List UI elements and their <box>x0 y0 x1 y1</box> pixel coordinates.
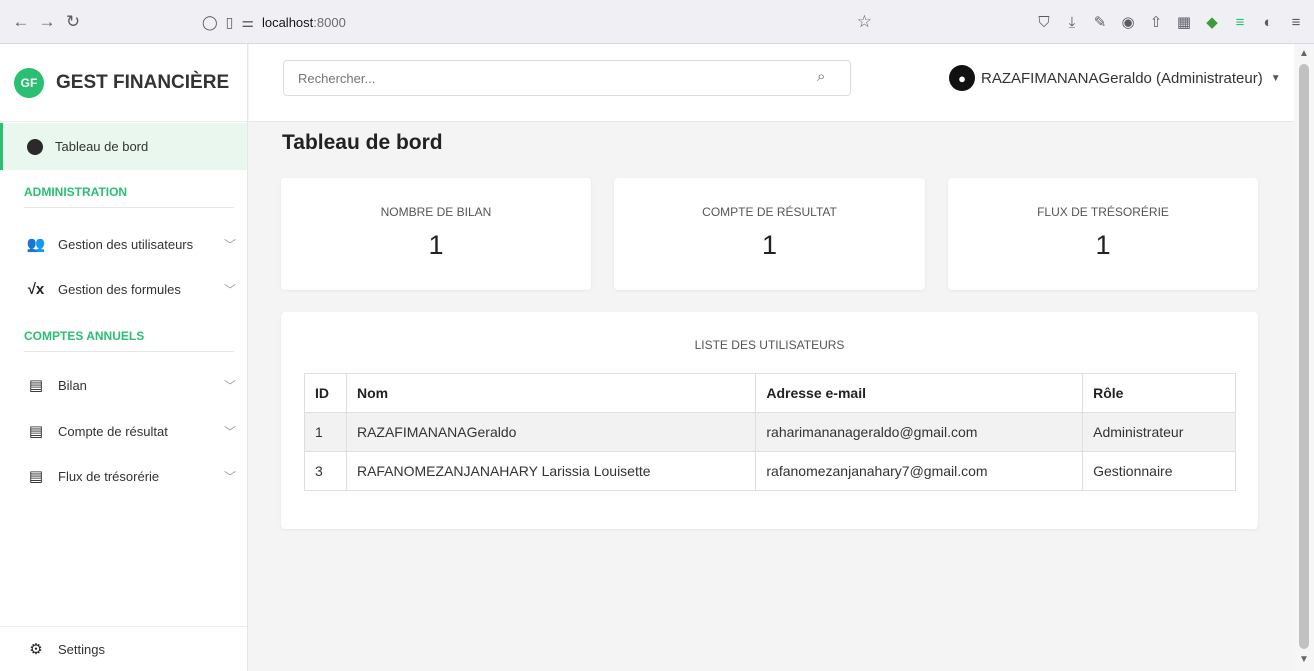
table-header-row: ID Nom Adresse e-mail Rôle <box>304 373 1236 413</box>
sidebar-item-label: Tableau de bord <box>55 139 149 154</box>
sidebar-item-formulas[interactable]: √x Gestion des formules ﹀ <box>24 278 236 300</box>
account-icon[interactable]: ◉ <box>1118 13 1138 31</box>
back-icon[interactable]: ← <box>10 11 32 33</box>
file-invoice-dollar-icon: ▤ <box>28 468 44 485</box>
sidebar-item-bilan[interactable]: ▤ Bilan ﹀ <box>24 374 236 396</box>
sidebar: GF GEST FINANCIÈRE Tableau de bord ADMIN… <box>0 44 248 671</box>
permissions-icon[interactable]: ⚌ <box>241 14 254 31</box>
extension-green-icon[interactable]: ≡ <box>1230 14 1250 31</box>
download-icon[interactable]: ⤓ <box>1062 14 1082 31</box>
chevron-down-icon: ﹀ <box>223 282 236 297</box>
stat-label: COMPTE DE RÉSULTAT <box>702 205 837 219</box>
caret-down-icon: ▼ <box>1270 72 1281 84</box>
sidebar-item-label: Gestion des utilisateurs <box>58 236 194 252</box>
column-header-email: Adresse e-mail <box>755 373 1084 413</box>
stat-card-flux-tresorerie: FLUX DE TRÉSORÉRIE 1 <box>948 178 1258 290</box>
chevron-down-icon: ﹀ <box>223 469 236 484</box>
square-root-icon: √x <box>27 280 45 298</box>
address-bar[interactable]: ◯ ▯ ⚌ localhost:8000 ☆ <box>192 7 882 37</box>
sidebar-item-settings[interactable]: ⚙ Settings <box>0 626 247 671</box>
cell-id: 3 <box>304 451 347 491</box>
chevron-down-icon: ﹀ <box>223 378 236 393</box>
gear-icon: ⚙ <box>29 641 43 658</box>
forward-icon[interactable]: → <box>36 11 58 33</box>
column-header-role: Rôle <box>1082 373 1236 413</box>
users-list-title: LISTE DES UTILISATEURS <box>694 338 845 352</box>
menu-icon[interactable]: ≡ <box>1286 14 1306 31</box>
stat-label: FLUX DE TRÉSORÉRIE <box>1037 205 1169 219</box>
user-avatar-icon: ● <box>949 65 975 91</box>
settings-label: Settings <box>58 641 105 657</box>
scroll-down-icon[interactable]: ▼ <box>1299 654 1309 665</box>
user-name: RAZAFIMANANAGeraldo (Administrateur) <box>981 69 1263 87</box>
brand-name: GEST FINANCIÈRE <box>56 71 230 93</box>
wrench-icon[interactable]: ✎ <box>1090 13 1110 31</box>
share-icon[interactable]: ⇧ <box>1146 13 1166 31</box>
users-table: ID Nom Adresse e-mail Rôle 1 RAZAFIMANAN… <box>304 373 1236 491</box>
topbar: ⌕ ● RAZAFIMANANAGeraldo (Administrateur)… <box>249 44 1294 122</box>
stat-value: 1 <box>428 230 444 260</box>
reload-icon[interactable]: ↻ <box>62 11 84 33</box>
sidebar-item-label: Bilan <box>58 377 87 393</box>
users-icon: 👥 <box>26 236 46 253</box>
extension-color-icon[interactable]: ◆ <box>1202 13 1222 31</box>
cell-email: rafanomezanjanahary7@gmail.com <box>755 451 1084 491</box>
shield-icon[interactable]: ◯ <box>202 14 218 31</box>
dashboard-gauge-icon <box>27 138 43 155</box>
stat-value: 1 <box>761 230 778 260</box>
sidebar-item-label: Gestion des formules <box>58 281 181 297</box>
url-port: :8000 <box>313 14 346 30</box>
brand[interactable]: GF GEST FINANCIÈRE <box>0 44 247 122</box>
user-menu[interactable]: ● RAZAFIMANANAGeraldo (Administrateur) ▼ <box>949 64 1281 92</box>
search-input[interactable] <box>283 60 851 96</box>
stat-label: NOMBRE DE BILAN <box>380 205 492 219</box>
stat-card-bilan: NOMBRE DE BILAN 1 <box>281 178 591 290</box>
stat-value: 1 <box>1095 230 1111 260</box>
sidebar-item-dashboard[interactable]: Tableau de bord <box>0 123 247 170</box>
cell-nom: RAFANOMEZANJANAHARY Larissia Louisette <box>345 451 757 491</box>
page-title: Tableau de bord <box>282 131 443 154</box>
chevron-down-icon: ﹀ <box>223 237 236 252</box>
cell-role: Administrateur <box>1082 412 1236 452</box>
sidebar-item-flux-tresorerie[interactable]: ▤ Flux de trésorérie ﹀ <box>24 465 236 487</box>
brand-logo: GF <box>14 67 44 98</box>
sidebar-item-users[interactable]: 👥 Gestion des utilisateurs ﹀ <box>24 233 236 255</box>
browser-toolbar: ← → ↻ ◯ ▯ ⚌ localhost:8000 ☆ ⛉ ⤓ ✎ ◉ ⇧ ▦… <box>0 0 1314 44</box>
search-icon[interactable]: ⌕ <box>817 68 825 85</box>
scroll-up-icon[interactable]: ▲ <box>1299 48 1309 59</box>
extensions-bar: ⛉ ⤓ ✎ ◉ ⇧ ▦ ◆ ≡ ◐ ≡ <box>1034 0 1306 44</box>
cell-nom: RAZAFIMANANAGeraldo <box>345 412 757 452</box>
page-scrollbar[interactable]: ▲ ▼ <box>1294 44 1314 671</box>
users-card: LISTE DES UTILISATEURS ID Nom Adresse e-… <box>281 312 1258 529</box>
stat-card-compte-resultat: COMPTE DE RÉSULTAT 1 <box>614 178 925 290</box>
sidebar-item-label: Compte de résultat <box>58 423 168 439</box>
table-row: 1 RAZAFIMANANAGeraldo raharimananagerald… <box>304 412 1236 452</box>
cell-id: 1 <box>304 412 347 452</box>
file-invoice-dollar-icon: ▤ <box>28 423 44 440</box>
section-comptes-annuels: COMPTES ANNUELS <box>24 329 234 352</box>
sidebar-item-label: Flux de trésorérie <box>58 468 160 484</box>
cell-email: raharimananageraldo@gmail.com <box>755 412 1084 452</box>
page-icon: ▯ <box>225 13 234 30</box>
file-invoice-dollar-icon: ▤ <box>28 377 44 394</box>
chevron-down-icon: ﹀ <box>223 424 236 439</box>
section-administration: ADMINISTRATION <box>24 185 234 208</box>
sidebar-item-compte-resultat[interactable]: ▤ Compte de résultat ﹀ <box>24 420 236 442</box>
cell-role: Gestionnaire <box>1082 451 1236 491</box>
pocket-icon[interactable]: ⛉ <box>1034 14 1054 31</box>
column-header-id: ID <box>304 373 347 413</box>
scroll-thumb[interactable] <box>1299 64 1309 649</box>
extension-circle-icon[interactable]: ◐ <box>1258 14 1278 31</box>
bookmark-star-icon[interactable]: ☆ <box>857 12 872 32</box>
url-host: localhost <box>261 14 314 30</box>
column-header-nom: Nom <box>345 373 757 413</box>
extension-icon[interactable]: ▦ <box>1174 13 1194 31</box>
table-row: 3 RAFANOMEZANJANAHARY Larissia Louisette… <box>304 451 1236 491</box>
